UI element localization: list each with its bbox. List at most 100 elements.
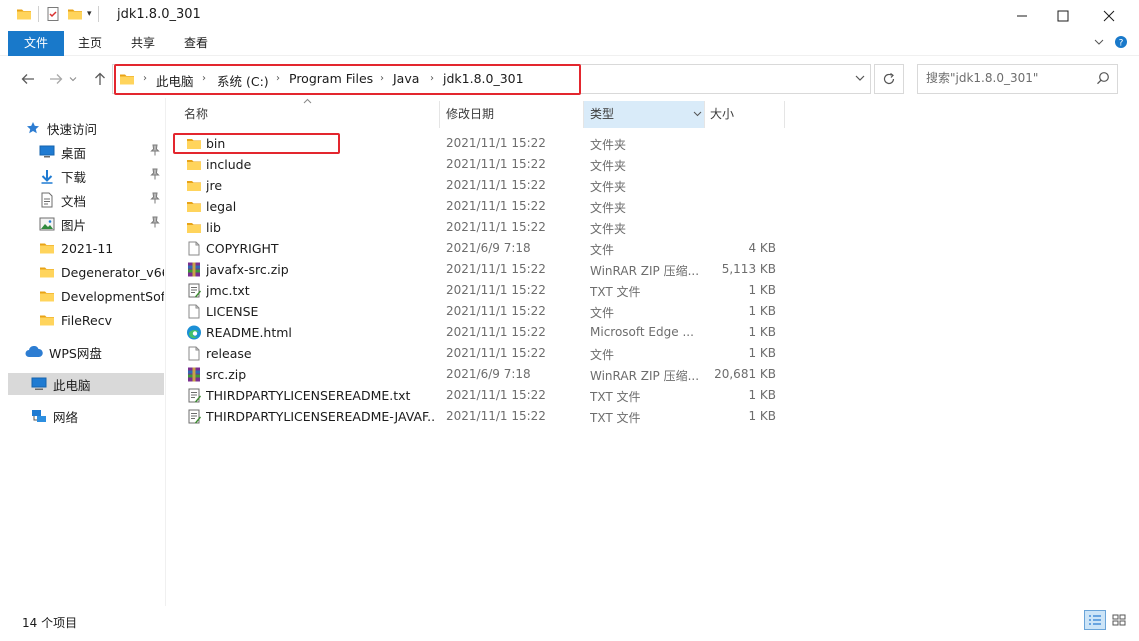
tab-view[interactable]: 查看	[172, 31, 220, 56]
file-size: 4 KB	[748, 241, 776, 255]
search-icon[interactable]	[1096, 71, 1110, 85]
file-row[interactable]: include 2021/11/1 15:22 文件夹	[166, 154, 786, 175]
sidebar-item-degenerator[interactable]: Degenerator_v66.	[8, 261, 164, 283]
breadcrumb-separator-icon[interactable]: ›	[380, 73, 384, 84]
file-icon	[186, 303, 202, 320]
properties-icon[interactable]	[45, 6, 61, 22]
breadcrumb-program-files[interactable]: Program Files	[289, 71, 373, 86]
column-separator[interactable]	[784, 101, 785, 128]
refresh-icon	[883, 73, 895, 85]
sidebar-item-network[interactable]: 网络	[8, 405, 164, 427]
file-row[interactable]: bin 2021/11/1 15:22 文件夹	[166, 133, 786, 154]
file-name: include	[206, 157, 252, 172]
file-row[interactable]: release 2021/11/1 15:22 文件 1 KB	[166, 343, 786, 364]
file-date: 2021/11/1 15:22	[446, 346, 546, 360]
navigation-bar: › 此电脑 › 系统 (C:) › Program Files › Java ›…	[0, 62, 1139, 96]
winrar-icon	[186, 366, 202, 383]
close-button[interactable]	[1086, 0, 1132, 31]
file-size: 1 KB	[748, 346, 776, 360]
file-size: 5,113 KB	[721, 262, 776, 276]
file-row[interactable]: THIRDPARTYLICENSEREADME-JAVAF... 2021/11/…	[166, 406, 786, 427]
sidebar-item-documents[interactable]: 文档	[8, 189, 164, 211]
folder-icon	[186, 219, 202, 236]
pin-icon[interactable]	[150, 192, 160, 207]
sidebar-item-downloads[interactable]: 下载	[8, 165, 164, 187]
file-row[interactable]: jre 2021/11/1 15:22 文件夹	[166, 175, 786, 196]
file-row[interactable]: README.html 2021/11/1 15:22 Microsoft Edge…	[166, 322, 786, 343]
file-type: 文件夹	[590, 180, 627, 194]
column-header-size[interactable]: 大小	[710, 101, 784, 128]
forward-button[interactable]	[45, 69, 67, 89]
up-button[interactable]	[89, 69, 111, 89]
chevron-down-icon[interactable]: ▾	[87, 9, 92, 19]
pin-icon[interactable]	[150, 144, 160, 159]
file-row[interactable]: legal 2021/11/1 15:22 文件夹	[166, 196, 786, 217]
new-folder-icon[interactable]	[67, 6, 83, 22]
file-row[interactable]: THIRDPARTYLICENSEREADME.txt 2021/11/1 15:…	[166, 385, 786, 406]
sidebar-item-wps-cloud[interactable]: WPS网盘	[8, 341, 164, 363]
help-icon[interactable]: ?	[1114, 35, 1128, 52]
sidebar-item-desktop[interactable]: 桌面	[8, 141, 164, 163]
toolbar-separator	[97, 6, 99, 22]
file-row[interactable]: javafx-src.zip 2021/11/1 15:22 WinRAR ZIP …	[166, 259, 786, 280]
computer-icon	[31, 376, 47, 392]
star-icon	[25, 120, 41, 136]
search-box[interactable]	[917, 64, 1118, 94]
breadcrumb-separator-icon[interactable]: ›	[143, 73, 147, 84]
minimize-button[interactable]	[999, 0, 1045, 31]
file-row[interactable]: COPYRIGHT 2021/6/9 7:18 文件 4 KB	[166, 238, 786, 259]
breadcrumb-separator-icon[interactable]: ›	[430, 73, 434, 84]
tab-home[interactable]: 主页	[66, 31, 114, 56]
pin-icon[interactable]	[150, 168, 160, 183]
breadcrumb-java[interactable]: Java	[393, 71, 419, 86]
back-button[interactable]	[17, 69, 39, 89]
address-history-button[interactable]	[854, 72, 866, 87]
tab-share[interactable]: 共享	[119, 31, 167, 56]
maximize-button[interactable]	[1040, 0, 1086, 31]
network-icon	[31, 408, 47, 424]
column-filter-button[interactable]	[690, 104, 704, 124]
large-icons-view-button[interactable]	[1108, 610, 1130, 630]
sidebar-item-development-software[interactable]: DevelopmentSoftw	[8, 285, 164, 307]
file-name: COPYRIGHT	[206, 241, 279, 256]
details-view-button[interactable]	[1084, 610, 1106, 630]
breadcrumb-drive-c[interactable]: 系统 (C:)	[217, 71, 269, 90]
large-icons-view-icon	[1112, 614, 1126, 626]
sidebar-item-quick-access[interactable]: 快速访问	[8, 117, 164, 139]
text-file-icon	[186, 282, 202, 299]
sidebar-item-pictures[interactable]: 图片	[8, 213, 164, 235]
column-separator[interactable]	[704, 101, 705, 128]
column-separator[interactable]	[439, 101, 440, 128]
cloud-icon	[25, 344, 43, 360]
recent-locations-button[interactable]	[66, 69, 80, 89]
toolbar-separator	[38, 6, 39, 22]
file-type: TXT 文件	[590, 390, 641, 404]
file-name: src.zip	[206, 367, 247, 382]
file-row[interactable]: lib 2021/11/1 15:22 文件夹	[166, 217, 786, 238]
tab-file[interactable]: 文件	[8, 31, 64, 56]
file-row[interactable]: LICENSE 2021/11/1 15:22 文件 1 KB	[166, 301, 786, 322]
column-header-type[interactable]: 类型	[584, 101, 704, 128]
file-row[interactable]: jmc.txt 2021/11/1 15:22 TXT 文件 1 KB	[166, 280, 786, 301]
breadcrumb-separator-icon[interactable]: ›	[202, 73, 206, 84]
column-header-date[interactable]: 修改日期	[446, 101, 582, 128]
folder-icon	[186, 135, 202, 152]
address-bar[interactable]: › 此电脑 › 系统 (C:) › Program Files › Java ›…	[112, 64, 871, 94]
folder-icon	[186, 156, 202, 173]
text-file-icon	[186, 408, 202, 425]
sidebar-item-filerecv[interactable]: FileRecv	[8, 309, 164, 331]
refresh-button[interactable]	[874, 64, 904, 94]
file-row[interactable]: src.zip 2021/6/9 7:18 WinRAR ZIP 压缩... 20,6…	[166, 364, 786, 385]
breadcrumb-jdk[interactable]: jdk1.8.0_301	[443, 71, 524, 86]
file-date: 2021/11/1 15:22	[446, 136, 546, 150]
breadcrumb-separator-icon[interactable]: ›	[276, 73, 280, 84]
sidebar-item-2021-11[interactable]: 2021-11	[8, 237, 164, 259]
pin-icon[interactable]	[150, 216, 160, 231]
breadcrumb-this-pc[interactable]: 此电脑	[156, 71, 194, 90]
file-name: LICENSE	[206, 304, 259, 319]
search-input[interactable]	[926, 71, 1091, 85]
expand-ribbon-icon[interactable]	[1094, 36, 1104, 50]
file-name: release	[206, 346, 252, 361]
sidebar-item-this-pc[interactable]: 此电脑	[8, 373, 164, 395]
file-date: 2021/11/1 15:22	[446, 388, 546, 402]
